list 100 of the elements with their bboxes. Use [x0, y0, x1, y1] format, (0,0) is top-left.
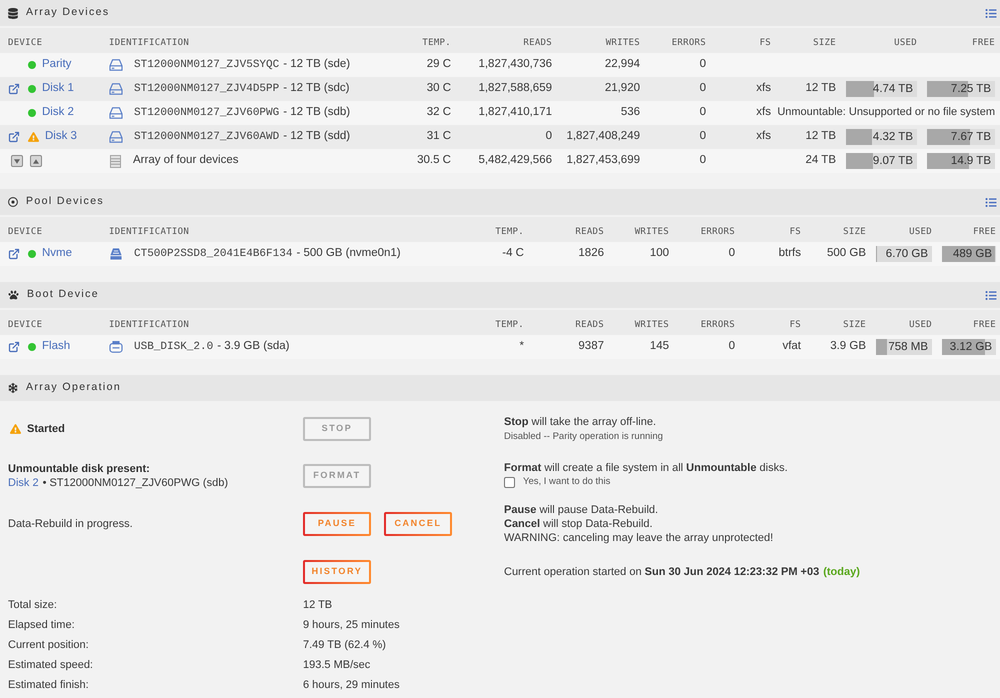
- usage-value: 489 GB: [953, 247, 992, 262]
- collapse-button[interactable]: [11, 155, 23, 167]
- column-header: READS: [575, 226, 604, 236]
- column-header: READS: [523, 38, 552, 48]
- stat-value: 9 hours, 25 minutes: [303, 618, 400, 633]
- device-link[interactable]: Nvme: [42, 245, 72, 263]
- reads-count: 1,827,430,736: [478, 58, 552, 70]
- list-icon[interactable]: [985, 196, 997, 208]
- writes-count: 145: [650, 340, 669, 352]
- errors-count: 0: [728, 247, 735, 260]
- action-button[interactable]: HISTORY: [303, 560, 371, 584]
- reads-count: 0: [546, 130, 552, 142]
- device-model: ST12000NM0127_ZJV60PWG: [134, 106, 280, 121]
- device-link[interactable]: Disk 2: [42, 104, 74, 122]
- operation-status: Data-Rebuild in progress.: [8, 516, 133, 532]
- snowflake-icon: [8, 383, 18, 393]
- column-header: FS: [790, 226, 801, 236]
- column-header: SIZE: [813, 38, 836, 48]
- column-header: FREE: [973, 226, 996, 236]
- column-header: FREE: [972, 38, 995, 48]
- size-text: 12 TB: [806, 130, 836, 142]
- temperature-text: 30 C: [426, 82, 451, 94]
- usage-value: 7.67 TB: [950, 130, 991, 145]
- usb-drive-icon: [109, 341, 123, 353]
- column-header: WRITES: [606, 38, 640, 48]
- drive-icon: [109, 248, 123, 260]
- device-model: ST12000NM0127_ZJV60AWD: [134, 130, 280, 145]
- device-capacity: - 12 TB (sde): [283, 57, 350, 72]
- column-header: ERRORS: [700, 226, 735, 236]
- temperature-text: *: [520, 340, 524, 352]
- temperature-text: 32 C: [426, 106, 451, 118]
- errors-count: 0: [700, 106, 706, 118]
- list-icon[interactable]: [985, 290, 997, 300]
- unmountable-heading: Unmountable disk present:: [8, 463, 150, 475]
- today-label: (today): [823, 565, 860, 579]
- reads-count: 9387: [578, 340, 604, 352]
- column-header: WRITES: [634, 320, 669, 330]
- hint-text: Disabled -- Parity operation is running: [504, 431, 663, 442]
- usage-value: 9.07 TB: [872, 154, 913, 169]
- reads-count: 1826: [578, 247, 604, 260]
- reads-count: 1,827,588,659: [478, 82, 552, 94]
- device-model: CT500P2SSD8_2041E4B6F134: [134, 246, 292, 262]
- action-button[interactable]: CANCEL: [384, 512, 452, 536]
- column-header: READS: [575, 320, 604, 330]
- external-link-icon[interactable]: [8, 131, 20, 143]
- array-status: Started: [27, 422, 65, 437]
- caret-down-icon: [14, 158, 20, 164]
- note-text: WARNING: canceling may leave the array unprotected!: [504, 532, 774, 544]
- disk-detail: • ST12000NM0127_ZJV60PWG (sdb): [42, 476, 228, 490]
- column-header: FS: [760, 38, 771, 48]
- device-link[interactable]: Parity: [42, 56, 72, 74]
- external-link-icon[interactable]: [8, 83, 20, 95]
- section-title: Array Operation: [26, 380, 122, 396]
- stat-value: 6 hours, 29 minutes: [303, 678, 400, 693]
- stat-value: 7.49 TB (62.4 %): [303, 638, 386, 653]
- filesystem-text: xfs: [756, 82, 771, 94]
- column-header: ERRORS: [700, 320, 735, 330]
- hard-drive-icon: [109, 59, 123, 71]
- device-model: ST12000NM0127_ZJV5SYQC: [134, 58, 280, 73]
- column-header: ERRORS: [672, 38, 706, 48]
- expand-button[interactable]: [30, 155, 42, 167]
- confirm-checkbox[interactable]: [504, 476, 515, 488]
- paw-icon: [8, 290, 19, 300]
- device-capacity: - 500 GB (nvme0n1): [296, 246, 401, 262]
- note-text: Stop will take the array off-line.: [504, 416, 656, 428]
- usage-value: 7.25 TB: [950, 82, 991, 97]
- size-text: 24 TB: [806, 154, 836, 166]
- hard-drive-icon: [109, 107, 123, 119]
- device-link[interactable]: Disk 3: [45, 128, 77, 146]
- column-header: TEMP.: [495, 320, 524, 330]
- disk-link[interactable]: Disk 2: [8, 476, 39, 490]
- stat-label: Elapsed time:: [8, 618, 75, 631]
- column-header: DEVICE: [8, 226, 42, 236]
- list-icon[interactable]: [985, 8, 997, 18]
- reads-count: 1,827,410,171: [478, 106, 552, 118]
- stack-icon: [110, 154, 121, 168]
- database-icon: [8, 8, 18, 18]
- action-button[interactable]: PAUSE: [303, 512, 371, 536]
- device-model: USB_DISK_2.0: [134, 340, 214, 355]
- writes-count: 100: [650, 247, 669, 260]
- external-link-icon[interactable]: [8, 341, 20, 353]
- device-link[interactable]: Flash: [42, 338, 70, 356]
- external-link-icon[interactable]: [8, 248, 20, 260]
- temperature-text: 30.5 C: [417, 154, 451, 166]
- writes-count: 22,994: [604, 58, 640, 70]
- device-capacity: - 3.9 GB (sda): [217, 339, 290, 354]
- device-link[interactable]: Disk 1: [42, 80, 74, 98]
- filesystem-text: btrfs: [778, 247, 801, 260]
- totals-label: Array of four devices: [133, 153, 238, 168]
- note-text: Cancel will stop Data-Rebuild.: [504, 518, 653, 530]
- section-title: Array Devices: [26, 5, 110, 20]
- usage-value: 3.12 GB: [950, 340, 992, 355]
- note-text: Format will create a file system in all Unmountable disks.: [504, 462, 788, 474]
- column-header: WRITES: [634, 226, 669, 236]
- mount-error-text: Unmountable: Unsupported or no file system: [777, 106, 995, 118]
- temperature-text: 31 C: [426, 130, 451, 142]
- errors-count: 0: [700, 154, 706, 166]
- writes-count: 21,920: [604, 82, 640, 94]
- writes-count: 1,827,453,699: [566, 154, 640, 166]
- confirm-label: Yes, I want to do this: [523, 475, 610, 489]
